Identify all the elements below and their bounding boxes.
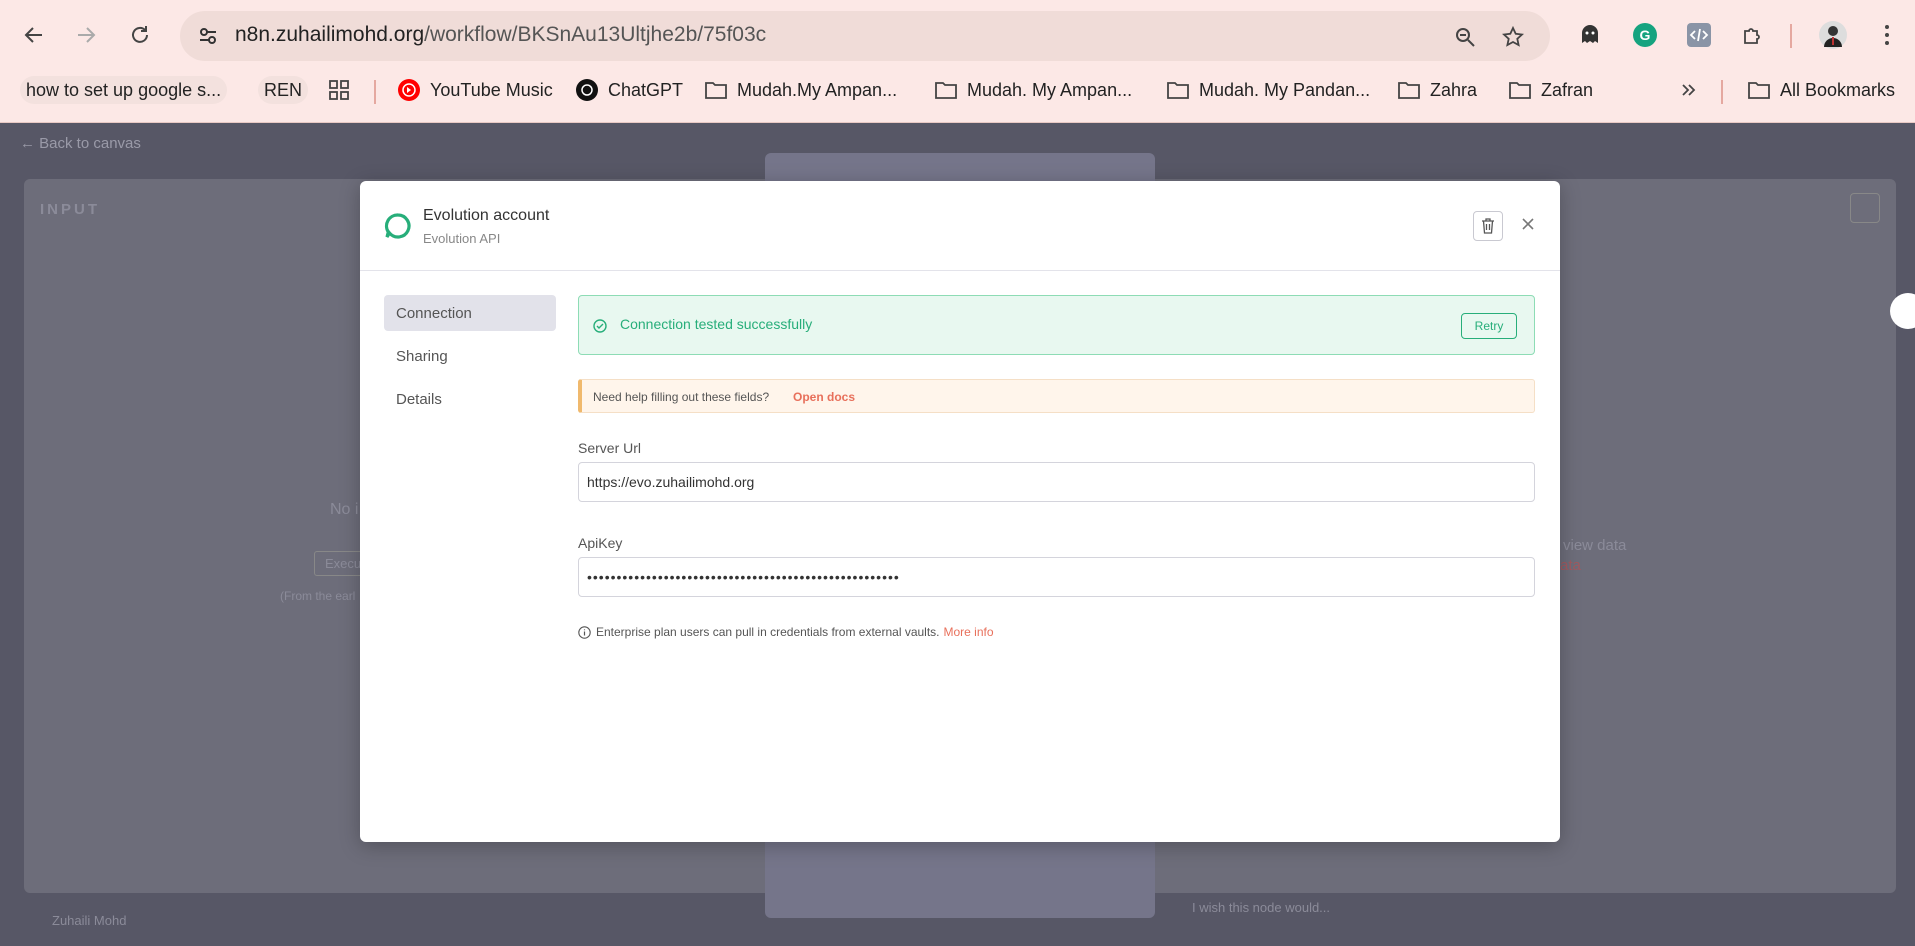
bookmark-label: Mudah. My Pandan... [1199, 79, 1371, 100]
from-earlier-text: (From the earl [280, 589, 356, 603]
check-circle-icon [593, 319, 607, 333]
server-url-label: Server Url [578, 440, 642, 456]
url-host: n8n.zuhailimohd.org [235, 23, 425, 46]
url-path: /workflow/BKSnAu13Ultjhe2b/75f03c [424, 23, 767, 46]
bookmark-folder[interactable]: Mudah. My Ampan... [935, 76, 1132, 104]
modal-subtitle: Evolution API [423, 231, 501, 246]
all-bookmarks-label: All Bookmarks [1780, 79, 1896, 100]
bookmark-item[interactable]: YouTube Music [397, 76, 553, 104]
info-icon [578, 625, 591, 639]
svg-text:G: G [1640, 27, 1651, 43]
modal-header: Evolution account Evolution API [360, 181, 1560, 271]
site-info-icon[interactable] [196, 24, 220, 48]
no-input-text: No i [330, 501, 359, 518]
server-url-input[interactable] [578, 462, 1535, 502]
folder-icon [705, 82, 727, 99]
bookmark-item[interactable]: ChatGPT [575, 76, 683, 104]
bookmark-label: ChatGPT [608, 79, 684, 100]
extensions-puzzle-icon[interactable] [1738, 20, 1768, 50]
delete-button[interactable] [1473, 211, 1503, 241]
edit-pencil-icon[interactable] [1850, 193, 1880, 223]
bookmark-item[interactable]: how to set up google s... [20, 76, 228, 104]
bookmark-item[interactable]: REN [258, 76, 309, 104]
bookmark-label: YouTube Music [430, 79, 553, 100]
bookmark-label: how to set up google s... [26, 79, 222, 100]
retry-button[interactable]: Retry [1461, 313, 1517, 339]
folder-icon [1398, 82, 1420, 99]
input-label: INPUT [40, 201, 100, 218]
chatgpt-icon [576, 79, 598, 101]
browser-menu-icon[interactable] [1872, 20, 1902, 50]
profile-avatar[interactable] [1818, 20, 1848, 50]
nav-details[interactable]: Details [384, 381, 556, 417]
bookmark-star-icon[interactable] [1500, 24, 1526, 50]
folder-icon [1167, 82, 1189, 99]
enterprise-text: Enterprise plan users can pull in creden… [596, 625, 940, 639]
browser-chrome: n8n.zuhailimohd.org/workflow/BKSnAu13Ult… [0, 0, 1915, 123]
credential-modal: Evolution account Evolution API Connecti… [360, 181, 1560, 842]
folder-icon [935, 82, 957, 99]
success-message: Connection tested successfully [620, 316, 813, 332]
open-docs-link[interactable]: Open docs [793, 390, 855, 404]
bookmark-label: REN [264, 79, 303, 100]
back-to-canvas-link[interactable]: ← Back to canvas [20, 135, 141, 152]
close-button[interactable] [1515, 211, 1541, 237]
docs-banner: Need help filling out these fields? Open… [578, 379, 1535, 413]
help-text: Need help filling out these fields? [593, 390, 770, 404]
bookmark-folder[interactable]: Zafran [1509, 76, 1593, 104]
bookmark-folder[interactable]: Zahra [1398, 76, 1477, 104]
toolbar-divider [1790, 24, 1792, 48]
bookmark-folder[interactable]: Mudah.My Ampan... [705, 76, 897, 104]
youtube-music-icon [398, 79, 420, 101]
bookmark-label: Mudah. My Ampan... [967, 79, 1133, 100]
all-bookmarks-button[interactable]: All Bookmarks [1748, 76, 1895, 104]
modal-title[interactable]: Evolution account [423, 207, 549, 225]
trash-icon [1482, 218, 1494, 234]
evolution-api-icon [384, 213, 411, 239]
success-banner: Connection tested successfully Retry [578, 295, 1535, 355]
ghost-extension-icon[interactable] [1575, 20, 1605, 50]
bookmark-folder[interactable]: Mudah. My Pandan... [1167, 76, 1370, 104]
bookmark-divider [1721, 80, 1723, 104]
reload-icon[interactable] [124, 19, 156, 51]
apps-grid-icon[interactable] [328, 76, 350, 104]
modal-side-nav: Connection Sharing Details [384, 295, 556, 424]
folder-icon [1748, 82, 1770, 99]
bookmark-label: Zafran [1541, 79, 1594, 100]
nav-connection[interactable]: Connection [384, 295, 556, 331]
footer-user: Zuhaili Mohd [52, 913, 127, 928]
back-arrow-icon[interactable] [18, 19, 50, 51]
more-info-link[interactable]: More info [944, 625, 994, 639]
data-link-text: ata [1560, 557, 1581, 574]
chevron-double-right-icon[interactable] [1680, 76, 1698, 104]
bookmark-divider [374, 80, 376, 104]
enterprise-info: Enterprise plan users can pull in creden… [578, 625, 994, 639]
bookmarks-bar: how to set up google s... REN YouTube Mu… [0, 72, 1915, 108]
back-link-label: Back to canvas [39, 135, 141, 152]
bookmark-label: Zahra [1430, 79, 1478, 100]
grammarly-icon[interactable]: G [1630, 20, 1660, 50]
folder-icon [1509, 82, 1531, 99]
apikey-input[interactable] [578, 557, 1535, 597]
forward-arrow-icon[interactable] [70, 19, 102, 51]
close-icon [1522, 218, 1534, 230]
address-bar[interactable]: n8n.zuhailimohd.org/workflow/BKSnAu13Ult… [180, 11, 1550, 61]
view-data-text: view data [1563, 537, 1627, 554]
bookmark-label: Mudah.My Ampan... [737, 79, 898, 100]
wish-text: I wish this node would... [1192, 900, 1331, 915]
nav-sharing[interactable]: Sharing [384, 338, 556, 374]
browser-toolbar: n8n.zuhailimohd.org/workflow/BKSnAu13Ult… [0, 0, 1915, 72]
url-text[interactable]: n8n.zuhailimohd.org/workflow/BKSnAu13Ult… [235, 23, 766, 47]
code-extension-icon[interactable] [1684, 20, 1714, 50]
apikey-label: ApiKey [578, 535, 623, 551]
zoom-icon[interactable] [1452, 24, 1478, 50]
